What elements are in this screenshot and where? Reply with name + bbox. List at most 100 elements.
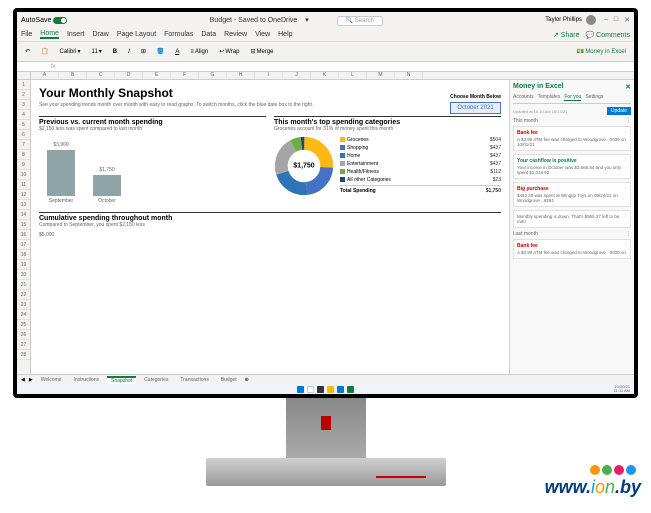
tab-draw[interactable]: Draw — [92, 31, 108, 38]
new-sheet-button[interactable]: ⊕ — [245, 377, 249, 383]
row-header[interactable]: 2 — [17, 90, 30, 100]
paste-button[interactable]: 📋 — [37, 46, 52, 57]
row-header[interactable]: 27 — [17, 340, 30, 350]
row-header[interactable]: 20 — [17, 270, 30, 280]
pane-tab-foryou[interactable]: For you — [564, 94, 581, 101]
toggle-on-icon[interactable] — [53, 17, 67, 24]
insight-card[interactable]: Your cashflow is positiveYour income in … — [513, 154, 631, 179]
system-tray[interactable]: 10/20/21 11:11 AM — [614, 385, 630, 394]
row-header[interactable]: 5 — [17, 120, 30, 130]
sheet-tab[interactable]: Budget — [217, 377, 241, 383]
comments-button[interactable]: 💬 Comments — [585, 31, 630, 39]
minimize-button[interactable]: – — [604, 16, 608, 24]
pane-tab-templates[interactable]: Templates — [538, 94, 561, 101]
col-header[interactable]: N — [395, 72, 423, 79]
col-header[interactable]: G — [199, 72, 227, 79]
row-header[interactable]: 19 — [17, 260, 30, 270]
sheet-nav-next[interactable]: ▶ — [29, 377, 33, 383]
row-header[interactable]: 23 — [17, 300, 30, 310]
col-header[interactable]: I — [255, 72, 283, 79]
row-header[interactable]: 13 — [17, 200, 30, 210]
more-icon[interactable]: ⋮ — [626, 118, 631, 124]
tab-file[interactable]: File — [21, 31, 32, 38]
row-header[interactable]: 9 — [17, 160, 30, 170]
tab-view[interactable]: View — [255, 31, 270, 38]
row-header[interactable]: 14 — [17, 210, 30, 220]
col-header[interactable]: C — [87, 72, 115, 79]
row-header[interactable]: 25 — [17, 320, 30, 330]
row-header[interactable]: 16 — [17, 230, 30, 240]
insight-card[interactable]: Big purchase$482.29 was spent at Wingtip… — [513, 182, 631, 207]
col-header[interactable]: H — [227, 72, 255, 79]
row-header[interactable]: 22 — [17, 290, 30, 300]
pane-tab-settings[interactable]: Settings — [585, 94, 603, 101]
excel-icon[interactable] — [347, 386, 354, 393]
fontcolor-button[interactable]: A — [171, 47, 183, 57]
row-header[interactable]: 28 — [17, 350, 30, 360]
explorer-icon[interactable] — [327, 386, 334, 393]
row-header[interactable]: 12 — [17, 190, 30, 200]
row-header[interactable]: 4 — [17, 110, 30, 120]
col-header[interactable]: D — [115, 72, 143, 79]
sheet-tab[interactable]: Snapshot — [107, 376, 136, 384]
tab-help[interactable]: Help — [278, 31, 292, 38]
col-header[interactable]: J — [283, 72, 311, 79]
close-button[interactable]: ✕ — [624, 16, 630, 24]
row-header[interactable]: 21 — [17, 280, 30, 290]
col-header[interactable]: A — [31, 72, 59, 79]
more-icon[interactable]: ⋮ — [624, 242, 629, 248]
sheet-nav-prev[interactable]: ◀ — [21, 377, 25, 383]
row-header[interactable]: 8 — [17, 150, 30, 160]
select-all-corner[interactable] — [17, 72, 31, 79]
more-icon[interactable]: ⋮ — [626, 231, 631, 237]
undo-button[interactable]: ↶ — [21, 46, 34, 57]
search-input[interactable]: 🔍 Search — [337, 16, 383, 26]
task-view-icon[interactable] — [317, 386, 324, 393]
tab-pagelayout[interactable]: Page Layout — [117, 31, 156, 38]
more-icon[interactable]: ⋮ — [624, 213, 629, 219]
share-button[interactable]: ↗ Share — [553, 31, 580, 39]
wrap-button[interactable]: ↩ Wrap — [215, 46, 243, 57]
more-icon[interactable]: ⋮ — [624, 157, 629, 163]
start-button[interactable] — [297, 386, 304, 393]
row-header[interactable]: 6 — [17, 130, 30, 140]
sheet-content[interactable]: Your Monthly Snapshot See your spending … — [31, 80, 509, 384]
row-header[interactable]: 24 — [17, 310, 30, 320]
fx-icon[interactable]: fx — [47, 64, 60, 70]
row-header[interactable]: 7 — [17, 140, 30, 150]
insight-card[interactable]: Bank feeA $3.99 ATM fee was charged to W… — [513, 126, 631, 151]
fontsize-select[interactable]: 11 ▾ — [88, 46, 106, 57]
more-icon[interactable]: ⋮ — [624, 129, 629, 135]
user-menu[interactable]: Taylor Phillips — [545, 15, 596, 25]
money-in-excel-button[interactable]: 💵 Money in Excel — [573, 46, 630, 57]
merge-button[interactable]: ⊟ Merge — [246, 46, 277, 57]
search-icon[interactable] — [307, 386, 314, 393]
col-header[interactable]: K — [311, 72, 339, 79]
col-header[interactable]: L — [339, 72, 367, 79]
tab-review[interactable]: Review — [224, 31, 247, 38]
month-dropdown[interactable]: October 2021 — [450, 102, 501, 114]
row-header[interactable]: 1 — [17, 80, 30, 90]
col-header[interactable]: M — [367, 72, 395, 79]
row-header[interactable]: 17 — [17, 240, 30, 250]
font-select[interactable]: Calibri ▾ — [56, 46, 85, 57]
col-header[interactable]: B — [59, 72, 87, 79]
fillcolor-button[interactable]: 🪣 — [153, 46, 168, 57]
tab-formulas[interactable]: Formulas — [164, 31, 193, 38]
row-header[interactable]: 18 — [17, 250, 30, 260]
tab-home[interactable]: Home — [40, 30, 59, 39]
update-button[interactable]: Update — [607, 107, 631, 115]
tab-data[interactable]: Data — [201, 31, 216, 38]
align-button[interactable]: ≡ Align — [186, 47, 212, 57]
sheet-tab[interactable]: Categories — [140, 377, 172, 383]
formula-bar[interactable]: fx — [17, 62, 634, 72]
col-header[interactable]: E — [143, 72, 171, 79]
pane-tab-accounts[interactable]: Accounts — [513, 94, 534, 101]
maximize-button[interactable]: □ — [614, 16, 618, 24]
row-header[interactable]: 11 — [17, 180, 30, 190]
row-header[interactable]: 26 — [17, 330, 30, 340]
tab-insert[interactable]: Insert — [67, 31, 85, 38]
pane-close-button[interactable]: ✕ — [625, 83, 631, 91]
bold-button[interactable]: B — [109, 47, 121, 57]
row-header[interactable]: 3 — [17, 100, 30, 110]
